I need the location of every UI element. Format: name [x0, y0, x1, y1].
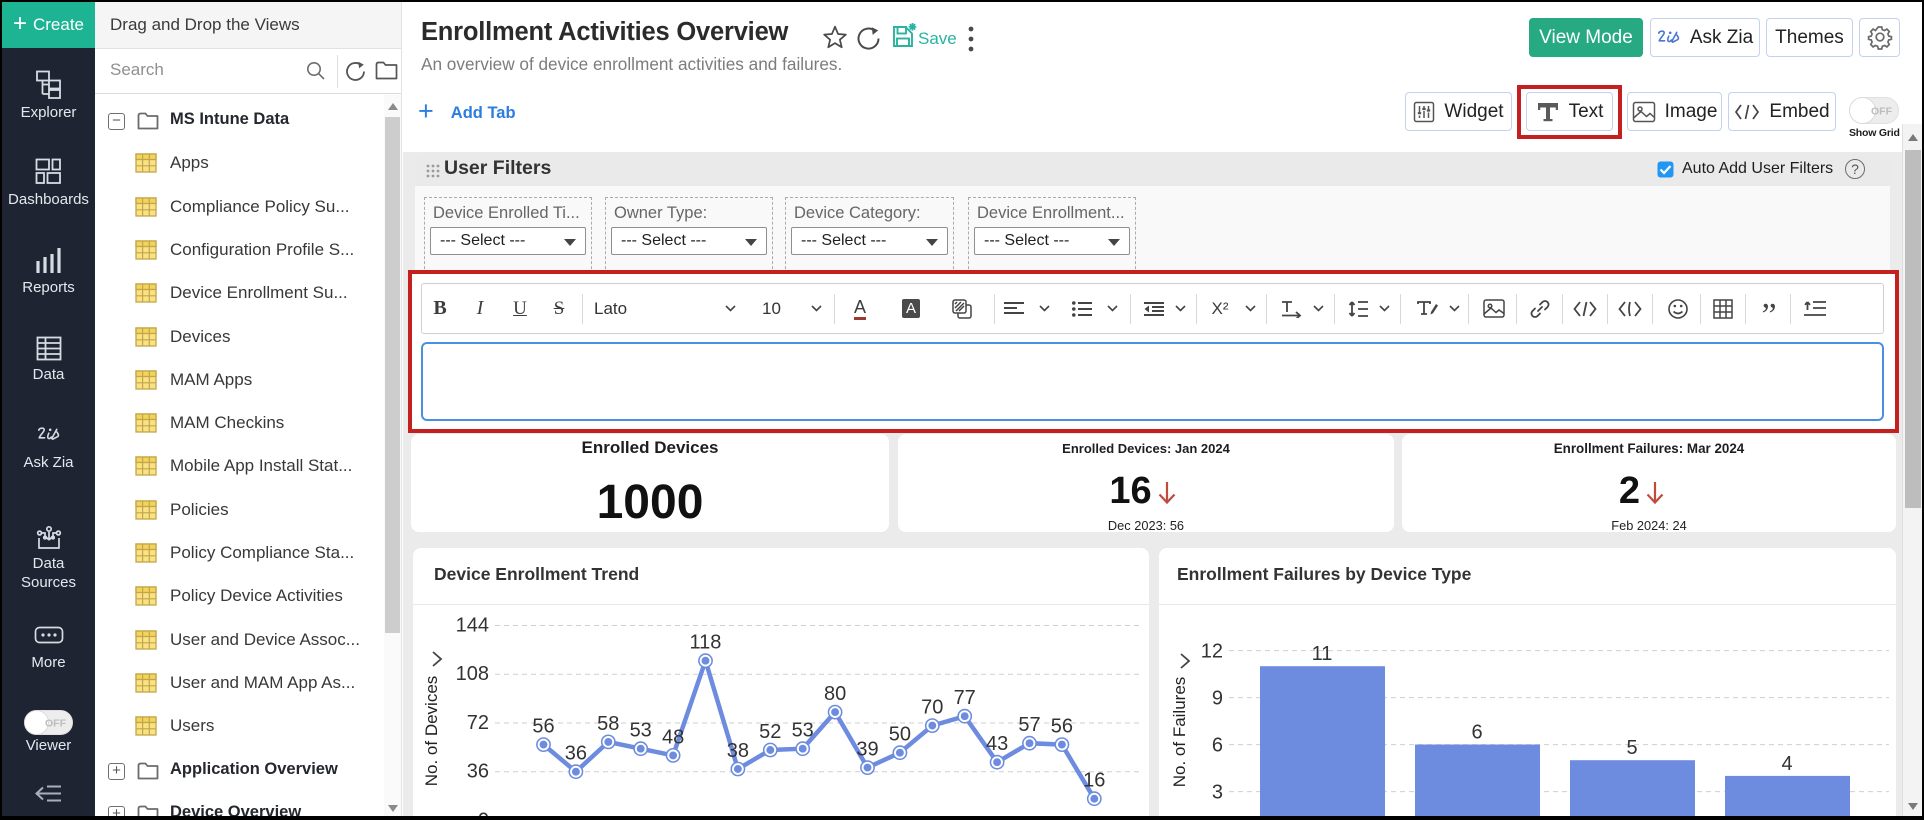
- svg-text:43: 43: [986, 733, 1008, 755]
- svg-text:70: 70: [921, 697, 943, 719]
- svg-text:48: 48: [662, 726, 684, 748]
- svg-text:0: 0: [478, 809, 489, 820]
- svg-text:58: 58: [597, 713, 619, 735]
- svg-text:80: 80: [824, 683, 846, 705]
- svg-text:No. of Devices: No. of Devices: [422, 676, 441, 787]
- svg-text:77: 77: [954, 687, 976, 709]
- svg-text:6: 6: [1471, 722, 1482, 744]
- svg-text:36: 36: [565, 743, 587, 765]
- svg-text:50: 50: [889, 724, 911, 746]
- svg-text:12: 12: [1201, 641, 1223, 663]
- svg-text:39: 39: [856, 739, 878, 761]
- svg-text:6: 6: [1212, 735, 1223, 757]
- svg-text:52: 52: [759, 721, 781, 743]
- svg-text:144: 144: [456, 615, 489, 637]
- svg-text:9: 9: [1212, 688, 1223, 710]
- svg-text:118: 118: [690, 632, 722, 654]
- svg-text:OFF: OFF: [1871, 106, 1893, 118]
- svg-text:56: 56: [1051, 716, 1073, 738]
- svg-text:108: 108: [456, 663, 489, 685]
- svg-text:16: 16: [1083, 770, 1105, 792]
- svg-text:53: 53: [630, 720, 652, 742]
- svg-text:3: 3: [1212, 782, 1223, 804]
- svg-text:36: 36: [467, 761, 489, 783]
- svg-text:5: 5: [1626, 737, 1637, 759]
- svg-text:4: 4: [1781, 753, 1792, 775]
- svg-text:38: 38: [727, 740, 749, 762]
- svg-text:57: 57: [1018, 714, 1040, 736]
- svg-text:53: 53: [792, 720, 814, 742]
- svg-text:No. of Failures: No. of Failures: [1170, 677, 1189, 788]
- svg-text:OFF: OFF: [45, 718, 67, 730]
- svg-text:72: 72: [467, 712, 489, 734]
- svg-text:56: 56: [532, 716, 554, 738]
- svg-text:11: 11: [1312, 643, 1333, 665]
